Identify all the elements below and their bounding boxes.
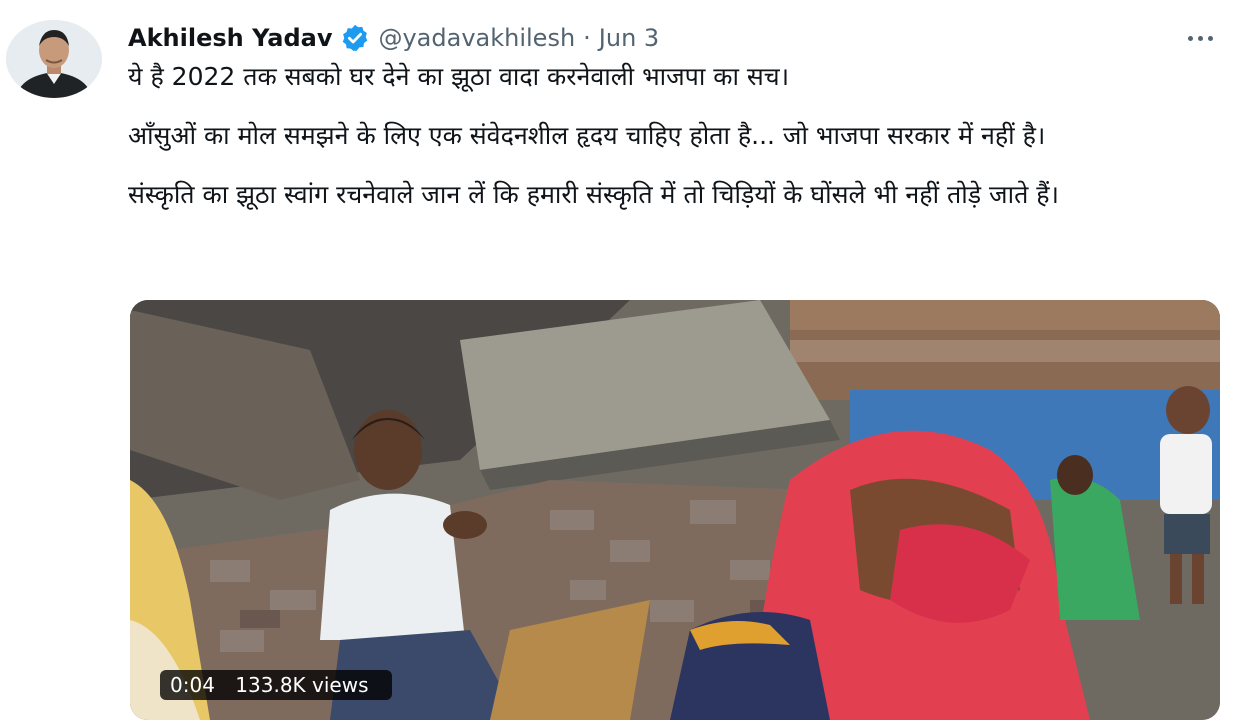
video-info-bar: 0:04 133.8K views [160, 670, 393, 700]
author-name[interactable]: Akhilesh Yadav [128, 24, 332, 52]
avatar[interactable] [6, 20, 102, 98]
verified-badge-icon [340, 23, 370, 53]
tweet-video[interactable]: 0:04 133.8K views [130, 300, 1220, 720]
separator-dot: · [583, 24, 591, 52]
more-dot [1187, 35, 1193, 41]
tweet-header: Akhilesh Yadav @yadavakhilesh · Jun 3 [128, 20, 659, 56]
tweet-date[interactable]: Jun 3 [599, 24, 659, 52]
tweet-paragraph: आँसुओं का मोल समझने के लिए एक संवेदनशील … [128, 121, 1046, 150]
video-duration: 0:04 [170, 673, 215, 697]
avatar-image [6, 20, 102, 98]
more-options-icon[interactable] [1178, 26, 1222, 50]
tweet-paragraph: संस्कृति का झूठा स्वांग रचनेवाले जान लें… [128, 180, 1060, 209]
more-dot [1197, 35, 1203, 41]
video-views: 133.8K views [235, 673, 369, 697]
author-handle[interactable]: @yadavakhilesh [378, 24, 575, 52]
video-frame [130, 300, 1220, 720]
tweet-text: ये है 2022 तक सबको घर देने का झूठा वादा … [128, 58, 1218, 235]
more-dot [1207, 35, 1213, 41]
tweet-paragraph: ये है 2022 तक सबको घर देने का झूठा वादा … [128, 62, 790, 91]
